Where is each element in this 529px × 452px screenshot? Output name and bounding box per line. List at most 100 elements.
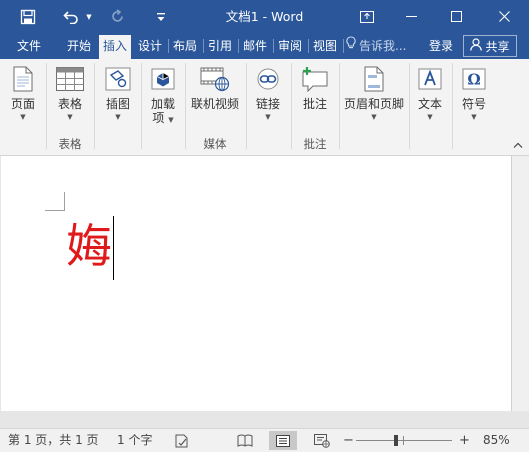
table-button[interactable]: 表格 ▼ <box>50 63 90 133</box>
symbols-label: 符号 <box>461 97 486 111</box>
comment-icon <box>299 63 331 95</box>
minimize-icon[interactable] <box>389 0 434 33</box>
group-label-media: 媒体 <box>203 137 227 151</box>
margin-corner-mark <box>64 192 65 211</box>
tab-design[interactable]: 设计 <box>134 33 166 59</box>
chevron-down-icon: ▼ <box>427 113 433 121</box>
pages-label: 页面 <box>10 97 35 111</box>
share-label: 共享 <box>485 39 510 54</box>
tab-review[interactable]: 审阅 <box>274 33 306 59</box>
addins-label-text: 项 <box>152 111 165 125</box>
zoom-out-button[interactable]: − <box>343 429 354 452</box>
chevron-down-icon: ▼ <box>168 116 174 124</box>
illustrations-icon <box>102 63 134 95</box>
status-bar: 第 1 页，共 1 页 1 个字 − + 85% <box>0 428 529 452</box>
person-icon <box>470 38 483 54</box>
link-button[interactable]: 链接 ▼ <box>249 63 287 133</box>
word-count[interactable]: 1 个字 <box>117 429 152 452</box>
read-mode-icon[interactable] <box>231 431 259 450</box>
proofing-icon[interactable] <box>168 431 196 450</box>
group-separator <box>409 63 410 149</box>
group-separator <box>452 63 453 149</box>
lightbulb-icon <box>346 33 356 59</box>
document-workspace: 娒 <box>0 156 529 428</box>
header-footer-icon <box>358 63 390 95</box>
document-text[interactable]: 娒 <box>66 218 112 274</box>
header-footer-label: 页眉和页脚 <box>343 97 404 111</box>
sign-in-link[interactable]: 登录 <box>429 33 453 59</box>
new-comment-button[interactable]: 批注 <box>294 63 336 133</box>
ribbon-tabs: 文件 开始 插入 设计 布局 引用 邮件 审阅 视图 告诉我... 登录 共享 <box>0 33 529 59</box>
margin-corner-mark <box>45 210 65 211</box>
table-icon <box>54 63 86 95</box>
pages-button[interactable]: 页面 ▼ <box>4 63 42 133</box>
chevron-down-icon: ▼ <box>471 113 477 121</box>
illustrations-button[interactable]: 插图 ▼ <box>98 63 138 133</box>
text-label: 文本 <box>417 97 442 111</box>
group-label-comments: 批注 <box>303 137 327 151</box>
undo-dropdown-icon[interactable]: ▼ <box>83 0 95 33</box>
page-count[interactable]: 第 1 页，共 1 页 <box>8 429 99 452</box>
ribbon-insert-panel: 页面 ▼ 表格 ▼ 表格 插图 ▼ 加载 项 ▼ 联机视频 媒体 链接 ▼ 批注… <box>0 59 529 156</box>
close-icon[interactable] <box>479 0 529 33</box>
redo-icon[interactable] <box>106 0 128 33</box>
tab-separator <box>343 39 344 53</box>
tab-layout[interactable]: 布局 <box>169 33 201 59</box>
addins-label-line2: 项 ▼ <box>152 111 173 127</box>
page-icon <box>7 63 39 95</box>
customize-quick-access-icon[interactable] <box>151 0 171 33</box>
web-layout-icon[interactable] <box>308 431 336 450</box>
addins-button[interactable]: 加载 项 ▼ <box>144 63 182 133</box>
tell-me-placeholder: 告诉我... <box>359 39 407 53</box>
share-button[interactable]: 共享 <box>463 35 517 57</box>
chevron-down-icon: ▼ <box>265 113 271 121</box>
chevron-down-icon: ▼ <box>20 113 26 121</box>
link-icon <box>252 63 284 95</box>
tab-references[interactable]: 引用 <box>204 33 236 59</box>
collapse-ribbon-icon[interactable] <box>511 139 525 151</box>
link-label: 链接 <box>255 97 280 111</box>
tell-me-search[interactable]: 告诉我... <box>346 33 406 59</box>
title-bar: ▼ 文档1 - Word <box>0 0 529 33</box>
omega-icon: Ω <box>458 63 490 95</box>
text-cursor <box>113 216 114 280</box>
illustrations-label: 插图 <box>105 97 130 111</box>
zoom-slider-thumb[interactable] <box>394 435 398 446</box>
tab-insert[interactable]: 插入 <box>99 35 131 59</box>
text-button[interactable]: 文本 ▼ <box>411 63 449 133</box>
comment-label: 批注 <box>302 97 327 111</box>
tab-mailings[interactable]: 邮件 <box>239 33 271 59</box>
save-icon[interactable] <box>14 0 42 33</box>
chevron-down-icon: ▼ <box>115 113 121 121</box>
maximize-icon[interactable] <box>434 0 479 33</box>
group-separator <box>94 63 95 149</box>
addins-icon <box>147 63 179 95</box>
print-layout-icon[interactable] <box>269 431 297 450</box>
header-footer-button[interactable]: 页眉和页脚 ▼ <box>342 63 406 133</box>
zoom-in-button[interactable]: + <box>459 429 470 452</box>
undo-icon[interactable] <box>60 0 82 33</box>
symbols-button[interactable]: Ω 符号 ▼ <box>455 63 493 133</box>
tab-home[interactable]: 开始 <box>62 33 96 59</box>
vertical-scrollbar[interactable] <box>512 156 529 411</box>
page-gap <box>0 411 529 428</box>
table-label: 表格 <box>57 97 82 111</box>
group-separator <box>141 63 142 149</box>
chevron-down-icon: ▼ <box>371 113 377 121</box>
group-separator <box>339 63 340 149</box>
online-video-button[interactable]: 联机视频 <box>187 63 243 133</box>
ribbon-display-options-icon[interactable] <box>344 0 389 33</box>
chevron-down-icon: ▼ <box>67 113 73 121</box>
zoom-level[interactable]: 85% <box>483 429 510 452</box>
zoom-slider-track[interactable] <box>356 440 452 441</box>
tab-file[interactable]: 文件 <box>6 33 52 59</box>
tab-view[interactable]: 视图 <box>309 33 341 59</box>
text-box-icon <box>414 63 446 95</box>
svg-text:Ω: Ω <box>467 71 480 89</box>
group-separator <box>246 63 247 149</box>
online-video-icon <box>199 63 231 95</box>
online-video-label: 联机视频 <box>190 97 239 111</box>
addins-label-line1: 加载 <box>150 97 175 111</box>
document-page[interactable]: 娒 <box>1 156 512 411</box>
zoom-slider-center-tick <box>403 436 404 445</box>
